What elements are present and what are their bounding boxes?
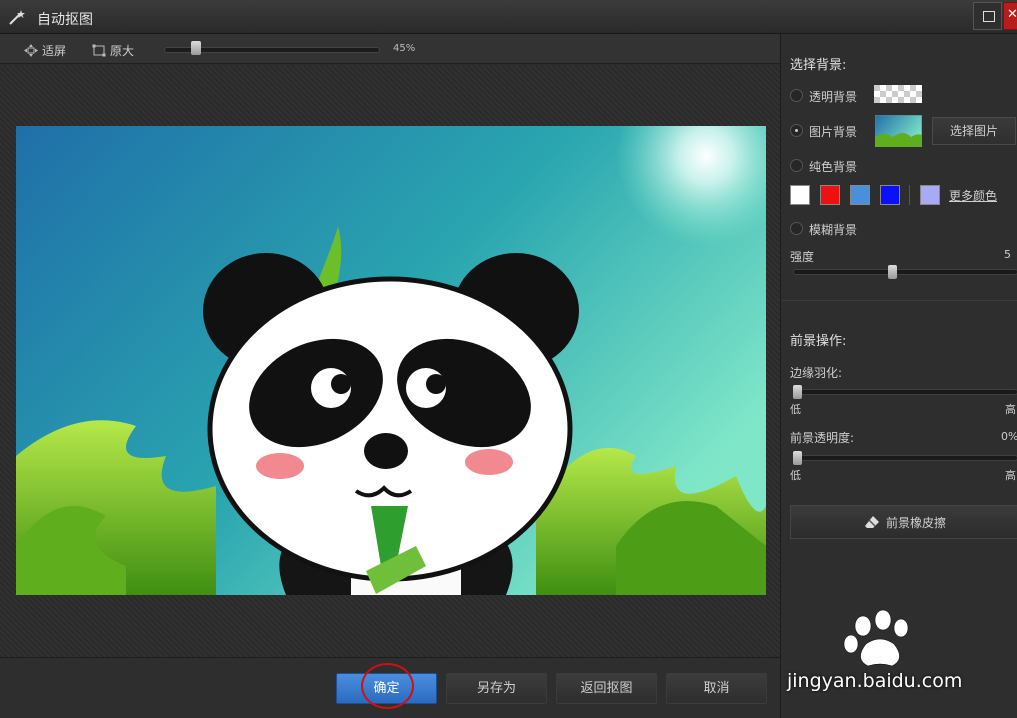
preview-image[interactable]: [16, 126, 766, 595]
choose-image-button[interactable]: 选择图片: [932, 117, 1016, 145]
foreground-heading: 前景操作:: [790, 334, 847, 349]
blur-bg-label: 模糊背景: [809, 223, 858, 237]
close-button[interactable]: [1003, 2, 1017, 30]
original-size-button[interactable]: 原大: [92, 42, 134, 59]
eraser-icon: [864, 516, 879, 528]
strength-slider-track[interactable]: [793, 269, 1017, 275]
image-bg-label: 图片背景: [809, 125, 858, 139]
feather-low-label: 低: [790, 403, 801, 416]
watermark-url: jingyan.baidu.com: [787, 670, 963, 692]
feather-slider-thumb[interactable]: [793, 385, 802, 399]
opacity-value: 0%: [1001, 430, 1017, 443]
transparent-bg-thumbnail: [874, 85, 922, 103]
transparent-bg-label: 透明背景: [809, 90, 858, 104]
zoom-value: 45%: [393, 43, 416, 54]
back-to-cutout-button[interactable]: 返回抠图: [556, 673, 657, 704]
color-swatch[interactable]: [880, 185, 900, 205]
highlight-circle-annotation: [361, 663, 414, 709]
strength-slider-thumb[interactable]: [887, 265, 897, 279]
image-bg-radio[interactable]: [790, 124, 803, 137]
fit-screen-button[interactable]: 适屏: [24, 42, 66, 59]
fit-screen-icon: [24, 44, 38, 57]
color-swatch[interactable]: [850, 185, 870, 205]
cancel-button[interactable]: 取消: [666, 673, 767, 704]
swatch-divider: [909, 185, 910, 205]
save-as-button[interactable]: 另存为: [446, 673, 547, 704]
section-divider: [781, 300, 1017, 301]
opacity-high-label: 高: [1005, 469, 1016, 482]
view-toolbar: 适屏 原大: [0, 34, 780, 64]
more-colors-link[interactable]: 更多颜色: [949, 187, 997, 204]
window-title: 自动抠图: [37, 12, 93, 28]
zoom-slider-thumb[interactable]: [190, 41, 201, 55]
color-swatch[interactable]: [820, 185, 840, 205]
opacity-low-label: 低: [790, 469, 801, 482]
eraser-label: 前景橡皮擦: [885, 515, 946, 530]
feather-slider-track[interactable]: [793, 389, 1017, 395]
color-swatch[interactable]: [920, 185, 940, 205]
magic-wand-icon: [9, 10, 25, 25]
solid-bg-radio[interactable]: [790, 159, 803, 172]
fit-screen-label: 适屏: [42, 44, 67, 58]
maximize-button[interactable]: [973, 2, 1002, 30]
image-bg-thumbnail[interactable]: [875, 115, 922, 147]
color-swatch[interactable]: [790, 185, 810, 205]
opacity-slider-track[interactable]: [793, 455, 1017, 461]
title-bar: 自动抠图: [0, 0, 1017, 34]
foreground-eraser-button[interactable]: 前景橡皮擦: [790, 505, 1017, 539]
feather-label: 边缘羽化:: [790, 366, 843, 380]
feather-high-label: 高: [1005, 403, 1016, 416]
strength-label: 强度: [790, 250, 815, 264]
opacity-label: 前景透明度:: [790, 431, 855, 445]
background-heading: 选择背景:: [790, 58, 847, 73]
transparent-bg-radio[interactable]: [790, 89, 803, 102]
opacity-slider-thumb[interactable]: [793, 451, 802, 465]
app-window: 自动抠图 适屏 原大 45%: [0, 0, 1017, 718]
blur-bg-radio[interactable]: [790, 222, 803, 235]
strength-value: 5: [1004, 248, 1011, 261]
preview-canvas: [0, 65, 780, 657]
original-size-icon: [92, 44, 106, 57]
solid-bg-label: 纯色背景: [809, 160, 858, 174]
original-size-label: 原大: [110, 44, 135, 58]
